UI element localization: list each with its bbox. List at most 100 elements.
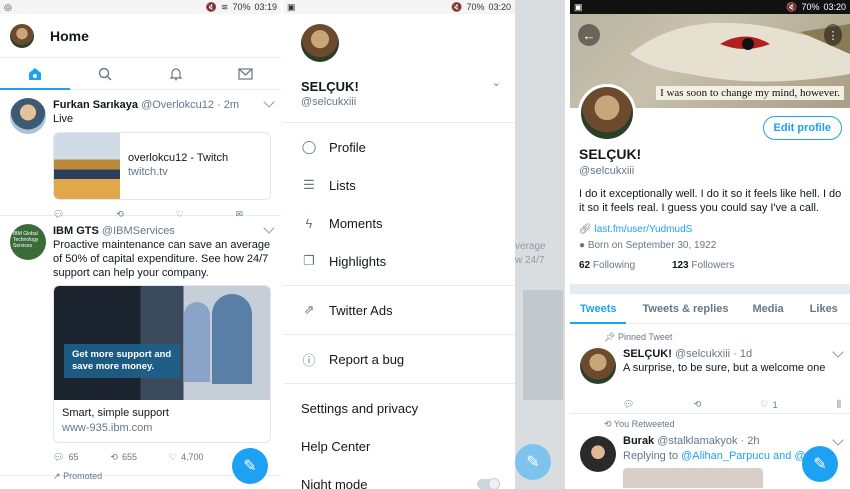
profile-bio: I do it exceptionally well. I do it so i… bbox=[579, 188, 842, 214]
like-count: 4,700 bbox=[180, 452, 204, 462]
reply-button[interactable]: 💬︎ 65 bbox=[53, 450, 78, 464]
profile-handle: @selcukxiii bbox=[579, 165, 635, 177]
edit-profile-button[interactable]: Edit profile bbox=[762, 116, 842, 140]
compose-icon: ✎ bbox=[526, 454, 540, 471]
tweet-author[interactable]: IBM GTS bbox=[53, 225, 99, 237]
highlights-icon: ❐ bbox=[303, 253, 315, 268]
gallery-icon: ▣ bbox=[287, 1, 296, 12]
tab-search[interactable] bbox=[97, 66, 113, 82]
menu-item-lists[interactable]: ☰ Lists bbox=[283, 166, 515, 204]
mention-links[interactable]: @Alihan_Parpucu and @s bbox=[681, 450, 811, 462]
main-tabs bbox=[0, 58, 281, 90]
balloon-icon: ● bbox=[579, 240, 586, 251]
reply-icon: 💬︎ bbox=[53, 452, 65, 462]
more-vertical-icon: ⋮ bbox=[827, 29, 839, 42]
menu-item-night-mode[interactable]: Night mode bbox=[283, 465, 515, 489]
tab-home[interactable] bbox=[27, 66, 43, 82]
followers-link[interactable]: 123 Followers bbox=[672, 260, 734, 271]
status-bar: ◎ 🔇 ≋ 70% 03:19 bbox=[0, 0, 281, 14]
menu-item-highlights[interactable]: ❐ Highlights bbox=[283, 242, 515, 280]
chevron-down-icon[interactable] bbox=[832, 346, 844, 358]
reply-button[interactable]: 💬︎ bbox=[623, 399, 634, 410]
heart-icon: ♡ bbox=[760, 399, 769, 409]
tweet[interactable]: Furkan Sarıkaya @Overlokcu12 · 2m Live o… bbox=[0, 90, 281, 219]
menu-item-profile[interactable]: ◯ Profile bbox=[283, 128, 515, 166]
menu-item-settings[interactable]: Settings and privacy bbox=[283, 389, 515, 427]
tab-tweets-replies[interactable]: Tweets & replies bbox=[632, 303, 738, 315]
status-bar: ▣ 🔇 70% 03:20 bbox=[570, 0, 850, 14]
compose-icon: ✎ bbox=[813, 456, 827, 473]
retweet-button[interactable]: ⟲ bbox=[694, 399, 702, 410]
card-domain: www-935.ibm.com bbox=[62, 422, 153, 434]
compose-button[interactable]: ✎ bbox=[515, 444, 551, 480]
clock: 03:20 bbox=[488, 2, 511, 12]
avatar[interactable] bbox=[10, 23, 34, 48]
tweet-text: Proactive maintenance can save an averag… bbox=[53, 239, 271, 279]
home-header: Home bbox=[0, 14, 281, 58]
tab-media[interactable]: Media bbox=[742, 303, 793, 315]
compose-button[interactable]: ✎ bbox=[802, 446, 838, 482]
battery-level: 70% bbox=[232, 2, 251, 12]
tweet-handle: @selcukxiii · 1d bbox=[674, 348, 753, 360]
drawer-handle: @selcukxiii bbox=[301, 96, 357, 108]
tweet[interactable]: IBM Global Technology Services IBM GTS @… bbox=[0, 216, 281, 481]
retweet-icon: ⟲ bbox=[110, 452, 118, 462]
tab-likes[interactable]: Likes bbox=[800, 303, 848, 315]
night-mode-toggle[interactable] bbox=[477, 478, 500, 489]
status-bar: ▣ 🔇 70% 03:20 bbox=[283, 0, 515, 14]
external-icon: ⇗ bbox=[303, 302, 315, 317]
menu-item-twitter-ads[interactable]: ⇗ Twitter Ads bbox=[283, 291, 515, 329]
image-caption: Get more support and save more money. bbox=[64, 344, 180, 378]
banner-quote: I was soon to change my mind, however. bbox=[656, 86, 844, 100]
home-icon bbox=[29, 67, 42, 80]
tweet-media[interactable] bbox=[623, 468, 763, 488]
pinned-label: 📌︎ Pinned Tweet bbox=[604, 332, 673, 342]
account-switcher-chevron-icon[interactable]: ⌄ bbox=[492, 76, 501, 89]
analytics-button[interactable]: ⫼ bbox=[837, 399, 841, 410]
whatsapp-icon: ◎ bbox=[4, 1, 12, 12]
like-count: 1 bbox=[772, 399, 778, 410]
drawer-username[interactable]: SELÇUK! bbox=[301, 79, 497, 94]
mute-icon: 🔇 bbox=[786, 1, 798, 12]
menu-item-report-bug[interactable]: ⓘ Report a bug bbox=[283, 340, 515, 378]
reply-icon: 💬︎ bbox=[623, 399, 635, 409]
menu-item-help-center[interactable]: Help Center bbox=[283, 427, 515, 465]
avatar[interactable] bbox=[10, 98, 46, 134]
retweet-button[interactable]: ⟲ 655 bbox=[110, 450, 137, 464]
back-button[interactable]: ← bbox=[578, 24, 600, 46]
avatar[interactable] bbox=[580, 348, 616, 384]
profile-avatar[interactable] bbox=[578, 84, 636, 142]
tweet-author[interactable]: Furkan Sarıkaya bbox=[53, 99, 138, 111]
compose-icon: ✎ bbox=[243, 458, 257, 475]
tweet-author[interactable]: Burak bbox=[623, 435, 654, 447]
tweet-text: A surprise, to be sure, but a welcome on… bbox=[623, 362, 826, 374]
tweet-handle: @IBMServices bbox=[101, 225, 175, 237]
avatar[interactable]: IBM Global Technology Services bbox=[10, 224, 46, 260]
following-link[interactable]: 62 Following bbox=[579, 260, 635, 271]
like-button[interactable]: ♡ 1 bbox=[760, 399, 777, 410]
info-icon: ⓘ bbox=[302, 352, 316, 368]
avatar[interactable] bbox=[580, 436, 616, 472]
card-title: Smart, simple support bbox=[62, 407, 169, 419]
compose-button[interactable]: ✎ bbox=[232, 448, 268, 484]
mute-icon: 🔇 bbox=[451, 1, 463, 12]
link-card[interactable]: overlokcu12 - Twitch twitch.tv bbox=[53, 132, 271, 200]
replying-label: Replying to bbox=[623, 450, 679, 462]
lightning-icon: ϟ bbox=[305, 215, 313, 231]
like-button[interactable]: ♡ 4,700 bbox=[169, 450, 204, 464]
menu-item-moments[interactable]: ϟ Moments bbox=[283, 204, 515, 242]
tab-messages[interactable] bbox=[238, 66, 254, 82]
overflow-menu-button[interactable]: ⋮ bbox=[824, 24, 842, 46]
profile-link[interactable]: 🔗︎ last.fm/user/YudmudS bbox=[579, 224, 842, 235]
retweet-icon: ⟲ bbox=[604, 419, 612, 429]
tab-tweets[interactable]: Tweets bbox=[570, 294, 627, 324]
mail-icon bbox=[238, 67, 253, 80]
person-icon: ◯ bbox=[301, 139, 317, 154]
avatar[interactable] bbox=[301, 24, 339, 62]
pinned-tweet[interactable]: 📌︎ Pinned Tweet SELÇUK! @selcukxiii · 1d… bbox=[570, 330, 850, 414]
tab-notifications[interactable] bbox=[168, 66, 184, 82]
promo-card[interactable]: Get more support and save more money. Sm… bbox=[53, 285, 271, 443]
tweet-author[interactable]: SELÇUK! bbox=[623, 348, 672, 360]
gallery-icon: ▣ bbox=[574, 1, 583, 12]
profile-tabs: Tweets Tweets & replies Media Likes bbox=[570, 294, 850, 324]
